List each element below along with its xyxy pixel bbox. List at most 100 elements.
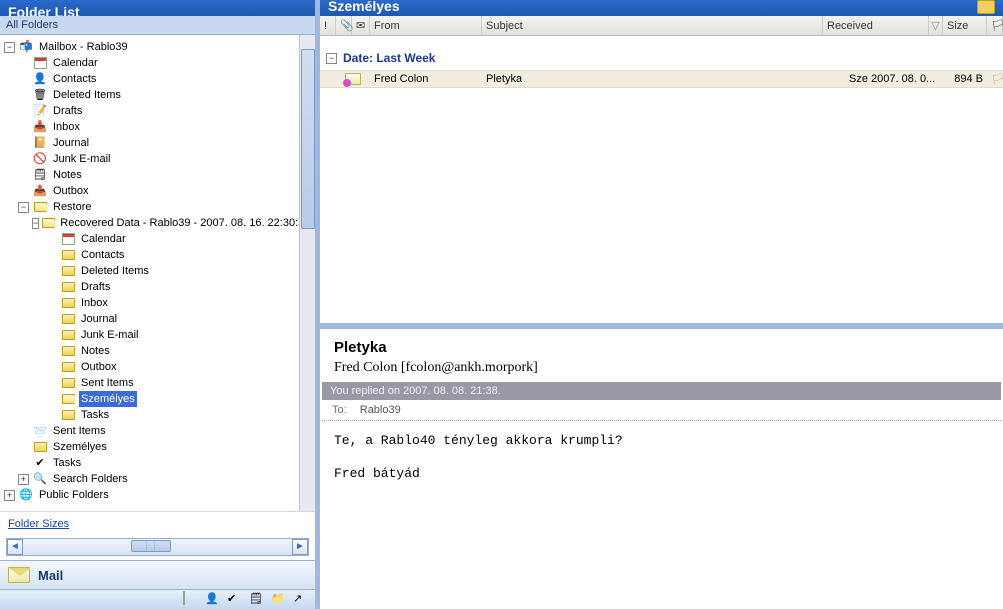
folder-tasks[interactable]: ✔Tasks (16, 455, 297, 471)
contacts-shortcut-icon[interactable]: 👤 (205, 592, 221, 608)
calendar-icon (60, 231, 76, 247)
rec-szemelyes[interactable]: Személyes (44, 391, 297, 407)
inbox-icon: 📥 (32, 119, 48, 135)
col-size[interactable]: Size (943, 16, 987, 35)
sort-desc-icon[interactable]: ▽ (929, 16, 943, 35)
message-row[interactable]: Fred Colon Pletyka Sze 2007. 08. 0... 89… (320, 70, 1003, 88)
col-from[interactable]: From (370, 16, 482, 35)
preview-infobar: You replied on 2007. 08. 08. 21:38. (322, 382, 1001, 400)
notes-shortcut-icon[interactable]: 🗒 (249, 592, 265, 608)
expand-icon[interactable]: + (4, 490, 15, 501)
message-from: Fred Colon (370, 73, 482, 85)
tasks-shortcut-icon[interactable]: ✔ (227, 592, 243, 608)
folder-icon (60, 343, 76, 359)
folder-outbox[interactable]: 📤Outbox (16, 183, 297, 199)
folder-icon (60, 279, 76, 295)
sent-icon: 📨 (32, 423, 48, 439)
folder-restore[interactable]: −Restore (16, 199, 297, 215)
folder-icon (32, 199, 48, 215)
folder-tree[interactable]: − 📬 Mailbox - Rablo39 Calendar 👤Contacts… (0, 35, 299, 511)
rec-calendar[interactable]: Calendar (44, 231, 297, 247)
col-icon[interactable]: ✉ (352, 16, 370, 35)
folder-sizes-link[interactable]: Folder Sizes (0, 511, 315, 536)
calendar-shortcut-icon[interactable] (183, 592, 199, 608)
shortcuts-icon[interactable]: ↗ (293, 592, 309, 608)
folder-calendar[interactable]: Calendar (16, 55, 297, 71)
folder-icon (60, 327, 76, 343)
rec-sent[interactable]: Sent Items (44, 375, 297, 391)
collapse-icon[interactable]: − (18, 202, 29, 213)
preview-to-row: To: Rablo39 (322, 400, 1001, 421)
rec-junk[interactable]: Junk E-mail (44, 327, 297, 343)
preview-body: Te, a Rablo40 tényleg akkora krumpli? Fr… (320, 421, 1003, 493)
journal-icon: 📔 (32, 135, 48, 151)
mailbox-icon: 📬 (18, 39, 34, 55)
rec-notes[interactable]: Notes (44, 343, 297, 359)
folder-drafts[interactable]: 📝Drafts (16, 103, 297, 119)
scroll-right-button[interactable]: ► (292, 539, 308, 555)
rec-contacts[interactable]: Contacts (44, 247, 297, 263)
folder-recovered-data[interactable]: −Recovered Data - Rablo39 - 2007. 08. 16… (30, 215, 297, 231)
rec-drafts[interactable]: Drafts (44, 279, 297, 295)
calendar-icon (32, 55, 48, 71)
find-icon[interactable] (977, 0, 995, 14)
folder-junk[interactable]: 🚫Junk E-mail (16, 151, 297, 167)
col-subject[interactable]: Subject (482, 16, 823, 35)
expand-icon[interactable]: + (18, 474, 29, 485)
col-flag[interactable]: 🏳 (987, 16, 1003, 35)
scrollbar-thumb[interactable] (301, 49, 315, 229)
tree-scrollbar[interactable] (299, 35, 315, 511)
preview-to-label: To: (332, 404, 347, 416)
folder-inbox[interactable]: 📥Inbox (16, 119, 297, 135)
folder-icon (60, 263, 76, 279)
col-importance[interactable]: ! (320, 16, 336, 35)
rec-tasks[interactable]: Tasks (44, 407, 297, 423)
folder-icon (42, 215, 55, 231)
message-subject: Pletyka (482, 73, 845, 85)
scroll-track[interactable]: ⋮⋮ (23, 539, 292, 555)
message-list[interactable]: − Date: Last Week Fred Colon Pletyka Sze… (320, 36, 1003, 323)
rec-outbox[interactable]: Outbox (44, 359, 297, 375)
folder-shortcut-icon[interactable]: 📁 (271, 592, 287, 608)
folder-icon (60, 375, 76, 391)
folder-szemelyes[interactable]: Személyes (16, 439, 297, 455)
all-folders-header[interactable]: All Folders (0, 16, 315, 35)
col-received[interactable]: Received (823, 16, 929, 35)
rec-journal[interactable]: Journal (44, 311, 297, 327)
scrollbar-thumb[interactable]: ⋮⋮ (131, 540, 171, 552)
message-size: 894 B (947, 73, 987, 85)
scroll-left-button[interactable]: ◄ (7, 539, 23, 555)
drafts-icon: 📝 (32, 103, 48, 119)
message-received: Sze 2007. 08. 0... (845, 73, 947, 85)
nav-mail[interactable]: Mail (0, 560, 315, 589)
folder-icon (60, 247, 76, 263)
folder-notes[interactable]: 🗒Notes (16, 167, 297, 183)
flag-icon[interactable]: 🏳 (987, 73, 1003, 86)
folder-list-panel: Folder List All Folders − 📬 Mailbox - Ra… (0, 0, 320, 609)
folder-deleted[interactable]: 🗑Deleted Items (16, 87, 297, 103)
nav-shortcut-bar: 👤 ✔ 🗒 📁 ↗ (0, 589, 315, 609)
collapse-icon[interactable]: − (4, 42, 15, 53)
preview-from: Fred Colon [fcolon@ankh.morpork] (334, 360, 989, 376)
public-folders[interactable]: +🌐Public Folders (2, 487, 297, 503)
folder-contacts[interactable]: 👤Contacts (16, 71, 297, 87)
message-panel-title: Személyes (320, 0, 1003, 16)
folder-search[interactable]: +🔍Search Folders (16, 471, 297, 487)
folder-icon (60, 359, 76, 375)
group-header[interactable]: − Date: Last Week (320, 46, 1003, 70)
trash-icon: 🗑 (32, 87, 48, 103)
collapse-icon[interactable]: − (32, 218, 39, 229)
contacts-icon: 👤 (32, 71, 48, 87)
folder-sent[interactable]: 📨Sent Items (16, 423, 297, 439)
col-attachment[interactable]: 📎 (336, 16, 352, 35)
rec-inbox[interactable]: Inbox (44, 295, 297, 311)
rec-deleted[interactable]: Deleted Items (44, 263, 297, 279)
mailbox-root[interactable]: − 📬 Mailbox - Rablo39 (2, 39, 297, 55)
tasks-icon: ✔ (32, 455, 48, 471)
column-header-row[interactable]: ! 📎 ✉ From Subject Received ▽ Size 🏳 (320, 16, 1003, 36)
folder-icon (32, 439, 48, 455)
tree-hscroll[interactable]: ◄ ⋮⋮ ► (6, 538, 309, 556)
collapse-icon[interactable]: − (326, 53, 337, 64)
public-icon: 🌐 (18, 487, 34, 503)
folder-journal[interactable]: 📔Journal (16, 135, 297, 151)
